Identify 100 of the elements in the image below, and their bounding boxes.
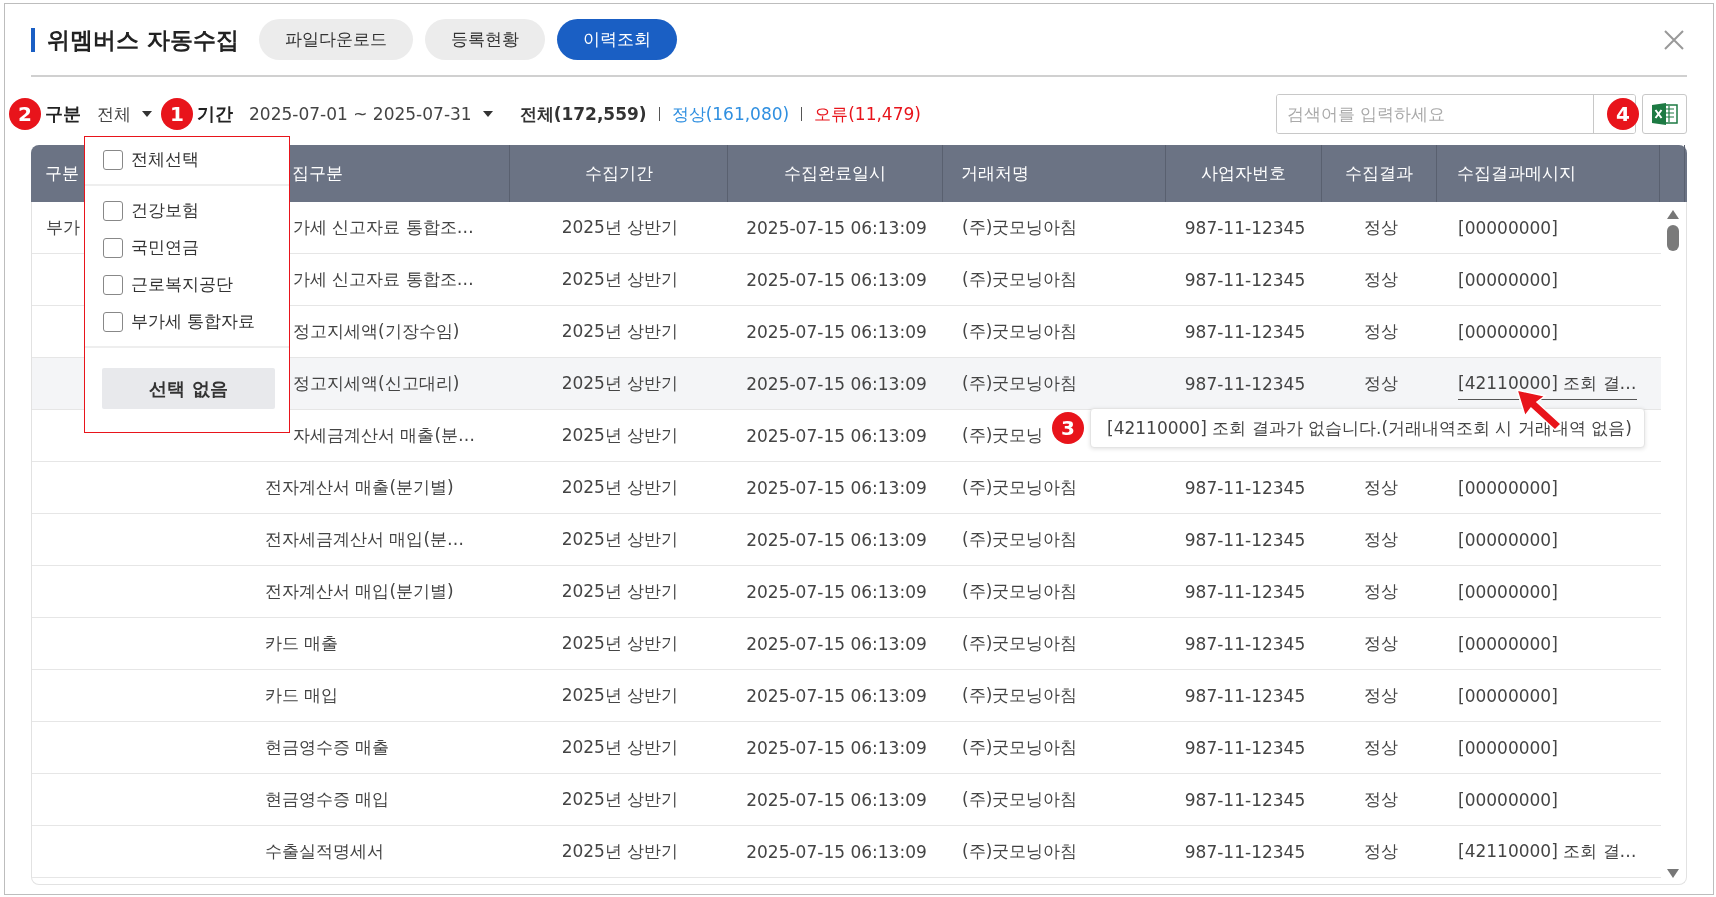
table-cell: 정상: [1363, 320, 1398, 343]
table-cell: (주)굿모닝아침: [962, 840, 1078, 863]
message-tooltip: [42110000] 조회 결과가 없습니다.(거래내역조회 시 거래내역 없음): [1090, 408, 1645, 448]
table-cell: 987-11-12345: [1184, 269, 1306, 290]
table-cell: 2025-07-15 06:13:09: [746, 789, 927, 810]
table-cell: 정고지세액(신고대리): [293, 372, 460, 395]
table-cell: 가세 신고자료 통합조…: [293, 216, 474, 239]
table-cell: 2025-07-15 06:13:09: [746, 685, 927, 706]
table-cell: 987-11-12345: [1184, 477, 1306, 498]
callout-badge: 2: [9, 98, 41, 130]
table-cell: 2025-07-15 06:13:09: [746, 269, 927, 290]
table-cell: (주)굿모닝아침: [962, 684, 1078, 707]
filter-label: 구분: [45, 102, 81, 126]
table-cell: 정상: [1363, 580, 1398, 603]
table-cell: 2025년 상반기: [561, 632, 679, 655]
checkbox[interactable]: [103, 149, 123, 170]
table-cell: [00000000]: [1458, 581, 1558, 602]
table-cell: 2025년 상반기: [561, 736, 679, 759]
table-cell: (주)굿모닝아침: [962, 736, 1078, 759]
table-cell: 전자세금계산서 매입(분…: [265, 528, 465, 551]
table-cell: 2025년 상반기: [561, 684, 679, 707]
table-cell: [00000000]: [1458, 477, 1558, 498]
table-cell: [00000000]: [1458, 789, 1558, 810]
filter-label: 기간: [197, 102, 233, 126]
table-cell: 2025년 상반기: [561, 424, 679, 447]
scroll-down-icon[interactable]: [1667, 869, 1679, 878]
table-cell: 현금영수증 매입: [265, 788, 390, 811]
checkbox[interactable]: [103, 237, 123, 258]
table-cell: [00000000]: [1458, 633, 1558, 654]
table-cell: 정고지세액(기장수임): [293, 320, 460, 343]
table-cell: 정상: [1363, 372, 1398, 395]
table-cell: 정상: [1363, 632, 1398, 655]
callout-badge: 1: [161, 98, 193, 130]
table-cell: 2025년 상반기: [561, 580, 679, 603]
table-cell: 2025-07-15 06:13:09: [746, 425, 927, 446]
table-cell: 정상: [1363, 528, 1398, 551]
tab[interactable]: 이력조회: [557, 19, 677, 60]
table-cell: 987-11-12345: [1184, 685, 1306, 706]
table-cell: 자세금계산서 매출(분…: [293, 424, 476, 447]
category-select[interactable]: 전체: [97, 102, 153, 126]
caret-icon: [141, 110, 153, 118]
table-cell: 정상: [1363, 216, 1398, 239]
table-cell: 987-11-12345: [1184, 373, 1306, 394]
table-cell: [00000000]: [1458, 269, 1558, 290]
table-cell: 카드 매출: [265, 632, 339, 655]
table-cell: 카드 매입: [265, 684, 339, 707]
table-cell: 전자계산서 매입(분기별): [265, 580, 454, 603]
table-cell: [42110000] 조회 결…: [1458, 840, 1637, 863]
checkbox[interactable]: [103, 311, 123, 332]
table-cell: 2025-07-15 06:13:09: [746, 217, 927, 238]
table-cell: 2025년 상반기: [561, 320, 679, 343]
table-cell: (주)굿모닝아침: [962, 580, 1078, 603]
table-cell: (주)굿모닝아침: [962, 320, 1078, 343]
table-cell: 2025년 상반기: [561, 268, 679, 291]
summary-count: 전체(172,559): [519, 102, 647, 126]
table-cell: 전자계산서 매출(분기별): [265, 476, 454, 499]
table-cell: 987-11-12345: [1184, 581, 1306, 602]
summary-count: 정상(161,080): [671, 102, 790, 126]
table-cell: 2025-07-15 06:13:09: [746, 841, 927, 862]
table-cell: 987-11-12345: [1184, 321, 1306, 342]
table-cell: 2025년 상반기: [561, 788, 679, 811]
table-cell: 정상: [1363, 476, 1398, 499]
dialog-title: 위멤버스 자동수집: [31, 27, 239, 52]
table-cell: (주)굿모닝아침: [962, 216, 1078, 239]
checkbox[interactable]: [103, 200, 123, 221]
table-cell: (주)굿모닝아침: [962, 632, 1078, 655]
scroll-up-icon[interactable]: [1667, 210, 1679, 219]
table-cell: (주)굿모닝: [962, 424, 1044, 447]
table-cell: 부가: [46, 216, 80, 239]
tab[interactable]: 파일다운로드: [259, 19, 413, 60]
scrollbar-thumb[interactable]: [1667, 225, 1679, 251]
summary-count: 오류(11,479): [814, 102, 921, 126]
clear-selection-button[interactable]: 선택 없음: [102, 368, 275, 409]
table-cell: 2025년 상반기: [561, 372, 679, 395]
table-cell: 987-11-12345: [1184, 737, 1306, 758]
table-cell: 2025-07-15 06:13:09: [746, 581, 927, 602]
category-option[interactable]: 부가세 통합자료: [85, 303, 289, 340]
period-select[interactable]: 2025-07-01 ~ 2025-07-31: [249, 104, 494, 124]
table-cell: 2025년 상반기: [561, 840, 679, 863]
table-cell: 987-11-12345: [1184, 529, 1306, 550]
table-cell: (주)굿모닝아침: [962, 268, 1078, 291]
checkbox[interactable]: [103, 274, 123, 295]
table-cell: (주)굿모닝아침: [962, 372, 1078, 395]
table-cell: 수출실적명세서: [265, 840, 384, 863]
table-cell: 2025-07-15 06:13:09: [746, 373, 927, 394]
excel-export-button[interactable]: [1642, 94, 1687, 134]
table-cell: 2025-07-15 06:13:09: [746, 477, 927, 498]
table-cell: 2025-07-15 06:13:09: [746, 737, 927, 758]
table-cell: 정상: [1363, 268, 1398, 291]
tab[interactable]: 등록현황: [425, 19, 545, 60]
table-cell: [00000000]: [1458, 529, 1558, 550]
table-cell: [00000000]: [1458, 685, 1558, 706]
table-cell: 정상: [1363, 684, 1398, 707]
table-cell: [00000000]: [1458, 217, 1558, 238]
category-option[interactable]: 근로복지공단: [85, 266, 289, 303]
table-cell: [00000000]: [1458, 321, 1558, 342]
caret-icon: [481, 110, 494, 118]
table-cell: 987-11-12345: [1184, 841, 1306, 862]
table-cell: 987-11-12345: [1184, 789, 1306, 810]
table-cell: 2025년 상반기: [561, 528, 679, 551]
